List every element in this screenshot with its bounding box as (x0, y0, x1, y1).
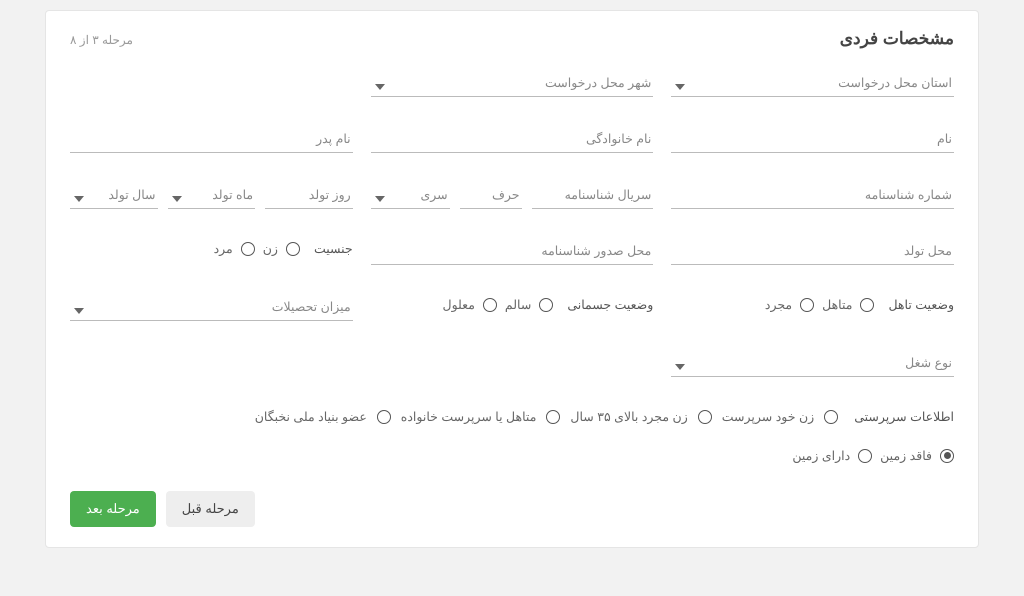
id-number-input[interactable]: شماره شناسنامه (671, 183, 954, 209)
land-none-radio[interactable] (940, 449, 954, 463)
physical-group: وضعیت جسمانی سالم معلول (371, 295, 654, 312)
physical-disabled-label: معلول (442, 297, 474, 312)
gender-male-label: مرد (214, 241, 233, 256)
birth-place-input[interactable]: محل تولد (671, 239, 954, 265)
gender-female-radio[interactable] (286, 242, 300, 256)
page-title: مشخصات فردی (840, 29, 954, 49)
supervision-label: اطلاعات سرپرستی (854, 409, 954, 424)
prev-button[interactable]: مرحله قبل (166, 491, 255, 527)
gender-group: جنسیت زن مرد (70, 239, 353, 256)
land-has-radio[interactable] (858, 449, 872, 463)
id-issue-place-label: محل صدور شناسنامه (371, 243, 652, 258)
caret-down-icon (675, 364, 685, 370)
step-indicator: مرحله ۳ از ۸ (70, 33, 133, 47)
last-name-input[interactable]: نام خانوادگی (371, 127, 654, 153)
id-number-label: شماره شناسنامه (671, 187, 952, 202)
caret-down-icon (74, 196, 84, 202)
province-label: استان محل درخواست (685, 75, 952, 90)
next-button[interactable]: مرحله بعد (70, 491, 156, 527)
education-label: میزان تحصیلات (84, 299, 351, 314)
id-issue-place-input[interactable]: محل صدور شناسنامه (371, 239, 654, 265)
land-none-label: فاقد زمین (880, 448, 932, 463)
birth-day-input[interactable]: روز تولد (265, 183, 353, 209)
land-has-label: دارای زمین (792, 448, 850, 463)
physical-label: وضعیت جسمانی (567, 297, 653, 312)
father-name-label: نام پدر (70, 131, 351, 146)
caret-down-icon (74, 308, 84, 314)
father-name-input[interactable]: نام پدر (70, 127, 353, 153)
city-label: شهر محل درخواست (385, 75, 652, 90)
city-select[interactable]: شهر محل درخواست (371, 71, 654, 97)
marital-married-label: متاهل (822, 297, 852, 312)
gender-male-radio[interactable] (241, 242, 255, 256)
sup-self-radio[interactable] (824, 410, 838, 424)
birth-month-label: ماه تولد (182, 187, 254, 202)
sup-family-label: متاهل یا سرپرست خانواده (401, 409, 537, 424)
caret-down-icon (375, 196, 385, 202)
birth-year-select[interactable]: سال تولد (70, 183, 158, 209)
id-seri-select[interactable]: سری (371, 183, 450, 209)
gender-label: جنسیت (314, 241, 353, 256)
education-select[interactable]: میزان تحصیلات (70, 295, 353, 321)
province-select[interactable]: استان محل درخواست (671, 71, 954, 97)
birth-year-label: سال تولد (84, 187, 156, 202)
physical-disabled-radio[interactable] (483, 298, 497, 312)
card-header: مشخصات فردی مرحله ۳ از ۸ (70, 29, 954, 49)
job-type-label: نوع شغل (685, 355, 952, 370)
last-name-label: نام خانوادگی (371, 131, 652, 146)
caret-down-icon (375, 84, 385, 90)
physical-healthy-label: سالم (505, 297, 531, 312)
sup-elite-label: عضو بنیاد ملی نخبگان (255, 409, 367, 424)
id-letter-input[interactable]: حرف (460, 183, 522, 209)
id-serial-label: سریال شناسنامه (532, 187, 652, 202)
id-seri-label: سری (385, 187, 448, 202)
sup-over35-label: زن مجرد بالای ۳۵ سال (570, 409, 687, 424)
birth-day-label: روز تولد (265, 187, 351, 202)
first-name-label: نام (671, 131, 952, 146)
id-letter-label: حرف (460, 187, 520, 202)
marital-married-radio[interactable] (860, 298, 874, 312)
gender-female-label: زن (263, 241, 278, 256)
job-type-select[interactable]: نوع شغل (671, 351, 954, 377)
birth-place-label: محل تولد (671, 243, 952, 258)
marital-label: وضعیت تاهل (888, 297, 954, 312)
button-row: مرحله قبل مرحله بعد (70, 491, 954, 527)
first-name-input[interactable]: نام (671, 127, 954, 153)
physical-healthy-radio[interactable] (539, 298, 553, 312)
marital-single-label: مجرد (765, 297, 792, 312)
caret-down-icon (172, 196, 182, 202)
id-serial-input[interactable]: سریال شناسنامه (532, 183, 654, 209)
land-group: فاقد زمین دارای زمین (792, 446, 954, 463)
sup-over35-radio[interactable] (698, 410, 712, 424)
marital-group: وضعیت تاهل متاهل مجرد (671, 295, 954, 312)
birth-month-select[interactable]: ماه تولد (168, 183, 256, 209)
supervision-group: اطلاعات سرپرستی زن خود سرپرست زن مجرد با… (255, 407, 954, 424)
sup-family-radio[interactable] (546, 410, 560, 424)
caret-down-icon (675, 84, 685, 90)
sup-self-label: زن خود سرپرست (722, 409, 814, 424)
marital-single-radio[interactable] (800, 298, 814, 312)
sup-elite-radio[interactable] (377, 410, 391, 424)
personal-info-card: مشخصات فردی مرحله ۳ از ۸ استان محل درخوا… (45, 10, 979, 548)
